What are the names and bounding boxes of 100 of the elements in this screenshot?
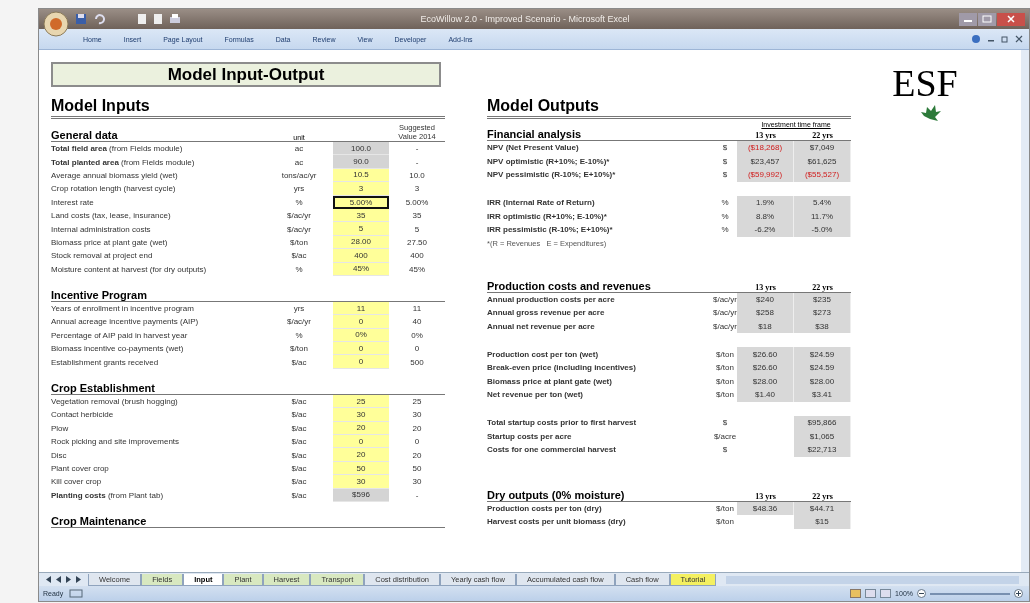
row-label: Costs for one commercial harvest [487, 445, 617, 455]
normal-view-icon[interactable] [850, 589, 862, 598]
section-heading: Model Inputs [51, 97, 445, 119]
unit-cell-text: tons/ac/yr [280, 170, 318, 180]
unit-cell-text: $ [721, 143, 729, 153]
unit-cell-text: $ [721, 445, 729, 455]
group-heading: Incentive Program [51, 288, 148, 301]
input-cell[interactable]: 0 [333, 315, 389, 329]
output-cell: ($55,527) [794, 168, 851, 182]
input-cell[interactable]: 100.0 [333, 142, 389, 156]
suggested-cell-text: 0 [413, 344, 421, 354]
row-label: Total field area (from Fields module) [51, 144, 184, 154]
input-cell[interactable]: 400 [333, 249, 389, 263]
sheet-title: Model Input-Output [51, 62, 441, 87]
row-label: Total planted area (from Fields module) [51, 157, 196, 167]
print-icon[interactable] [169, 13, 181, 25]
unit-cell-text: $/ac [290, 490, 308, 500]
unit-cell-text: yrs [292, 184, 306, 194]
row-label: Kill cover crop [51, 477, 103, 487]
suggested-cell-text: 30 [411, 477, 423, 487]
input-cell[interactable]: 30 [333, 475, 389, 489]
input-cell[interactable]: 20 [333, 448, 389, 462]
row-label: Disc [51, 450, 68, 460]
zoom-out-icon[interactable] [917, 589, 926, 598]
output-cell: $24.59 [794, 347, 851, 361]
suggested-cell-text: 5 [413, 224, 421, 234]
save-icon[interactable] [75, 13, 87, 25]
input-cell[interactable]: 0 [333, 342, 389, 356]
row-label: Break-even price (including incentives) [487, 363, 637, 373]
suggested-cell-text: 30 [411, 410, 423, 420]
input-cell[interactable]: 5 [333, 222, 389, 236]
column-header: 13 yrs [754, 131, 777, 140]
zoom-in-icon[interactable] [1014, 589, 1023, 598]
unit-cell-text: $/ac [290, 397, 308, 407]
unit-cell-text: % [294, 197, 304, 207]
unit-cell-text: $/ac [290, 450, 308, 460]
unit-cell-text: yrs [292, 304, 306, 314]
unit-cell-text: $/ton [715, 517, 735, 527]
input-cell[interactable]: 0 [333, 435, 389, 449]
close-icon[interactable] [1015, 35, 1023, 43]
suggested-cell-text: - [414, 144, 420, 154]
unit-cell-text: $ [721, 170, 729, 180]
output-cell: 8.8% [737, 209, 794, 223]
suggested-cell-text: 27.50 [406, 237, 428, 247]
restore-icon[interactable] [1001, 35, 1009, 43]
row-label: Annual production costs per acre [487, 294, 616, 304]
input-cell[interactable]: 3 [333, 182, 389, 196]
row-label: Stock removal at project end [51, 251, 154, 261]
page-break-icon[interactable] [880, 589, 892, 598]
row-label: Establishment grants received [51, 357, 160, 367]
undo-icon[interactable] [93, 13, 105, 25]
row-label: Total startup costs prior to first harvest [487, 418, 638, 427]
unit-cell-text: $/ac [290, 251, 308, 261]
unit-cell: $/ac/yr [713, 308, 737, 318]
suggested-cell-text: 10.0 [408, 170, 426, 180]
row-label: Biomass price at plant gate (wet) [487, 376, 613, 386]
document-icon[interactable] [137, 13, 147, 25]
unit-cell-text: $/ton [289, 237, 309, 247]
suggested-cell-text: 50 [411, 464, 423, 473]
row-label: NPV optimistic (R+10%; E-10%)* [487, 156, 611, 166]
row-label: Startup costs per acre [487, 431, 573, 441]
row-label: Biomass price at plant gate (wet) [51, 237, 169, 247]
output-cell: $3.41 [794, 388, 851, 402]
help-icon[interactable] [971, 34, 981, 44]
row-label: Internal administration costs [51, 224, 152, 234]
row-label: Planting costs (from Plant tab) [51, 490, 165, 500]
window-title: EcoWillow 2.0 - Improved Scenario - Microsoft Excel [420, 14, 630, 24]
unit-cell-text: % [294, 330, 304, 340]
section-heading: Model Outputs [487, 97, 851, 119]
output-cell: $95,866 [794, 415, 851, 430]
row-label: Plant cover crop [51, 464, 110, 473]
unit-cell-text: $/ton [715, 503, 735, 513]
unit-cell: $/ac/yr [713, 322, 737, 332]
row-label: NPV (Net Present Value) [487, 143, 580, 153]
output-cell: $258 [737, 306, 794, 320]
input-cell[interactable]: 30 [333, 408, 389, 422]
unit-cell-text: $/ac [290, 477, 308, 487]
group-heading: Financial analysis [487, 128, 583, 140]
scroll-bar[interactable] [1021, 50, 1029, 572]
row-label: Average annual biomass yield (wet) [51, 170, 179, 180]
suggested-cell-text: 35 [411, 211, 423, 221]
group-heading: Dry outputs (0% moisture) [487, 488, 626, 501]
page-layout-icon[interactable] [865, 589, 877, 598]
unit-cell-text: $/ton [715, 390, 735, 400]
output-cell: $1,065 [794, 429, 851, 443]
row-label: IRR optimistic (R+10%; E-10%)* [487, 211, 608, 221]
row-label: Production cost per ton (wet) [487, 349, 600, 359]
document-icon[interactable] [153, 13, 163, 25]
input-cell[interactable]: 90.0 [333, 155, 389, 169]
unit-cell-text: % [720, 198, 730, 208]
suggested-cell-text: 20 [411, 423, 423, 433]
row-label: Harvest costs per unit biomass (dry) [487, 517, 627, 527]
row-label: Moisture content at harvest (for dry outputs) [51, 264, 208, 274]
unit-cell-text: $ [721, 156, 729, 166]
row-label: NPV pessimistic (R-10%; E+10%)* [487, 170, 617, 180]
row-label: Vegetation removal (brush hogging) [51, 397, 179, 407]
unit-cell-text: $/ton [715, 363, 735, 373]
column-header: 22 yrs [811, 491, 834, 501]
scroll-bar[interactable] [726, 575, 1019, 584]
input-cell[interactable]: 0 [333, 355, 389, 369]
